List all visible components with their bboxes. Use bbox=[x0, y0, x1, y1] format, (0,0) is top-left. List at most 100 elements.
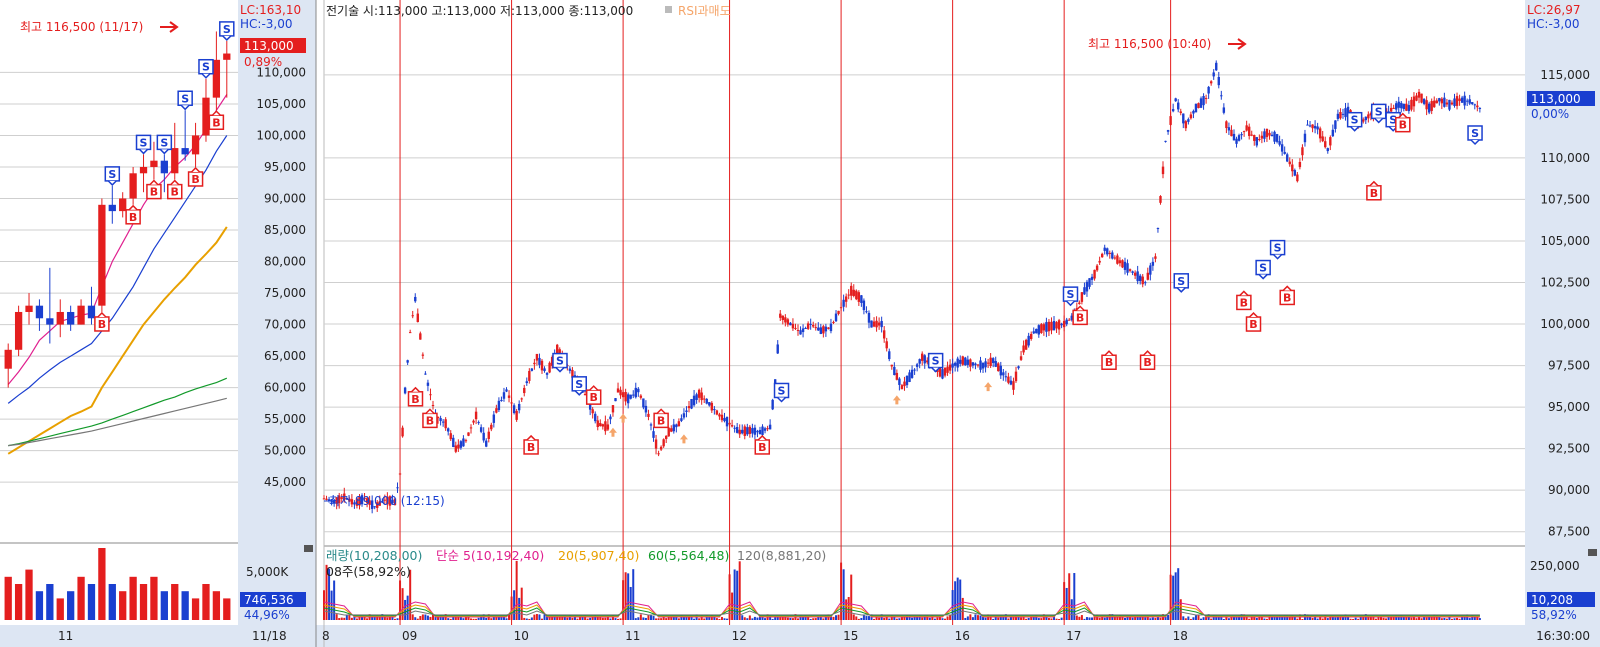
left-y-tick: 100,000 bbox=[256, 128, 306, 142]
main-volume-bar bbox=[1068, 573, 1071, 620]
main-volume-bar bbox=[748, 615, 751, 620]
main-volume-bar bbox=[1131, 617, 1134, 620]
main-volume-bar bbox=[424, 614, 427, 620]
svg-text:B: B bbox=[212, 116, 220, 129]
left-volume-pct: 44,96% bbox=[244, 608, 290, 622]
left-high-annotation: 최고 116,500 (11/17) bbox=[20, 20, 143, 34]
main-change-pct: 0,00% bbox=[1531, 107, 1569, 121]
main-volume-bar bbox=[959, 579, 962, 620]
main-candle bbox=[1420, 93, 1423, 104]
main-candle bbox=[855, 289, 858, 301]
left-y-tick: 65,000 bbox=[264, 349, 306, 363]
main-volume-bar bbox=[933, 618, 936, 620]
main-candle bbox=[667, 426, 670, 437]
main-x-tick: 09 bbox=[402, 629, 417, 643]
svg-text:B: B bbox=[1249, 318, 1257, 331]
main-volume-bar bbox=[1055, 618, 1058, 620]
main-volume-bar bbox=[1326, 618, 1329, 620]
main-volume-bar bbox=[703, 618, 706, 620]
svg-text:B: B bbox=[426, 414, 434, 427]
svg-text:S: S bbox=[1274, 242, 1282, 255]
main-volume-bar bbox=[969, 614, 972, 620]
svg-text:S: S bbox=[1259, 262, 1267, 275]
left-volume-bar bbox=[139, 584, 148, 620]
left-volume-collapse-icon[interactable] bbox=[304, 545, 313, 552]
main-volume-bar bbox=[1080, 615, 1083, 620]
main-volume-bar bbox=[629, 586, 632, 620]
main-y-tick: 92,500 bbox=[1548, 442, 1590, 456]
main-y-tick: 105,000 bbox=[1540, 234, 1590, 248]
main-volume-bar bbox=[649, 615, 652, 620]
main-volume-bar bbox=[961, 597, 964, 620]
main-volume-bar bbox=[731, 592, 734, 620]
main-volume-bar bbox=[338, 618, 341, 620]
main-volume-bar bbox=[822, 618, 825, 620]
main-volume-bar bbox=[718, 618, 721, 620]
main-volume-bar bbox=[1458, 618, 1461, 620]
main-volume-bar bbox=[520, 587, 523, 620]
left-y-tick: 95,000 bbox=[264, 160, 306, 174]
main-volume-bar bbox=[1415, 618, 1418, 620]
main-volume-bar bbox=[1144, 617, 1147, 620]
main-volume-bar bbox=[1450, 618, 1453, 620]
main-x-tick: 15 bbox=[843, 629, 858, 643]
main-volume-bar bbox=[1382, 617, 1385, 620]
main-volume-bar bbox=[510, 596, 513, 620]
left-volume-bar bbox=[223, 598, 231, 620]
main-volume-bar bbox=[1141, 617, 1144, 620]
main-volume-bar bbox=[411, 614, 414, 620]
main-volume-bar bbox=[566, 617, 569, 620]
main-current-price: 113,000 bbox=[1531, 92, 1581, 106]
main-volume-bar bbox=[944, 618, 947, 620]
main-volume-bar bbox=[340, 617, 343, 620]
main-volume-bar bbox=[1202, 617, 1205, 620]
left-volume-bar bbox=[212, 591, 221, 620]
main-header: 전기술 시:113,000 고:113,000 저:113,000 종:113,… bbox=[326, 4, 633, 18]
main-candle bbox=[1121, 259, 1124, 269]
main-volume-bar bbox=[964, 617, 967, 620]
main-volume-bar bbox=[523, 617, 526, 620]
svg-text:S: S bbox=[140, 136, 148, 149]
svg-text:B: B bbox=[171, 186, 179, 199]
main-volume-bar bbox=[553, 617, 556, 620]
rsi-legend-label: RSI과매도 bbox=[678, 4, 731, 18]
main-volume-bar bbox=[1177, 568, 1180, 620]
main-volume-bar bbox=[386, 617, 389, 620]
main-volume-bar bbox=[355, 618, 358, 620]
left-y-tick: 80,000 bbox=[264, 255, 306, 269]
left-hc-label: HC:-3,00 bbox=[240, 17, 293, 31]
main-volume-bar bbox=[756, 617, 759, 620]
main-volume-collapse-icon[interactable] bbox=[1588, 549, 1597, 556]
main-volume-bar bbox=[528, 618, 531, 620]
main-low-annotation: 최저 89,000 (12:15) bbox=[329, 494, 445, 508]
svg-text:S: S bbox=[1351, 114, 1359, 127]
stock-chart-window: BSBSBSBSBSBS 45,00050,00055,00060,00065,… bbox=[0, 0, 1600, 647]
main-volume-bar bbox=[1387, 617, 1390, 620]
svg-text:S: S bbox=[778, 384, 786, 397]
legend-line2: 08주(58,92%) bbox=[326, 564, 411, 579]
main-volume-bar bbox=[421, 614, 424, 620]
main-volume-bar bbox=[774, 617, 777, 620]
main-volume-bar bbox=[1374, 618, 1377, 620]
main-volume-bar bbox=[644, 617, 647, 620]
main-candle bbox=[705, 398, 708, 405]
left-volume-bar bbox=[202, 584, 210, 620]
main-x-tick: 18 bbox=[1173, 629, 1188, 643]
main-volume-bar bbox=[1420, 618, 1423, 620]
main-volume-bar bbox=[477, 617, 480, 620]
main-volume-bar bbox=[343, 617, 346, 620]
main-hc-label: HC:-3,00 bbox=[1527, 17, 1580, 31]
left-candle bbox=[98, 198, 106, 312]
left-volume-bar bbox=[67, 591, 75, 620]
main-volume-bar bbox=[966, 616, 969, 620]
main-volume-bar bbox=[860, 617, 863, 620]
main-volume-bar bbox=[515, 560, 518, 620]
svg-text:S: S bbox=[575, 378, 583, 391]
main-volume-bar bbox=[1410, 617, 1413, 620]
main-volume-bar bbox=[771, 618, 774, 620]
main-volume-bar bbox=[1025, 618, 1028, 620]
main-volume-bar bbox=[350, 617, 353, 620]
main-volume-bar bbox=[1352, 618, 1355, 620]
main-x-tick: 17 bbox=[1066, 629, 1081, 643]
svg-text:B: B bbox=[1105, 356, 1113, 369]
